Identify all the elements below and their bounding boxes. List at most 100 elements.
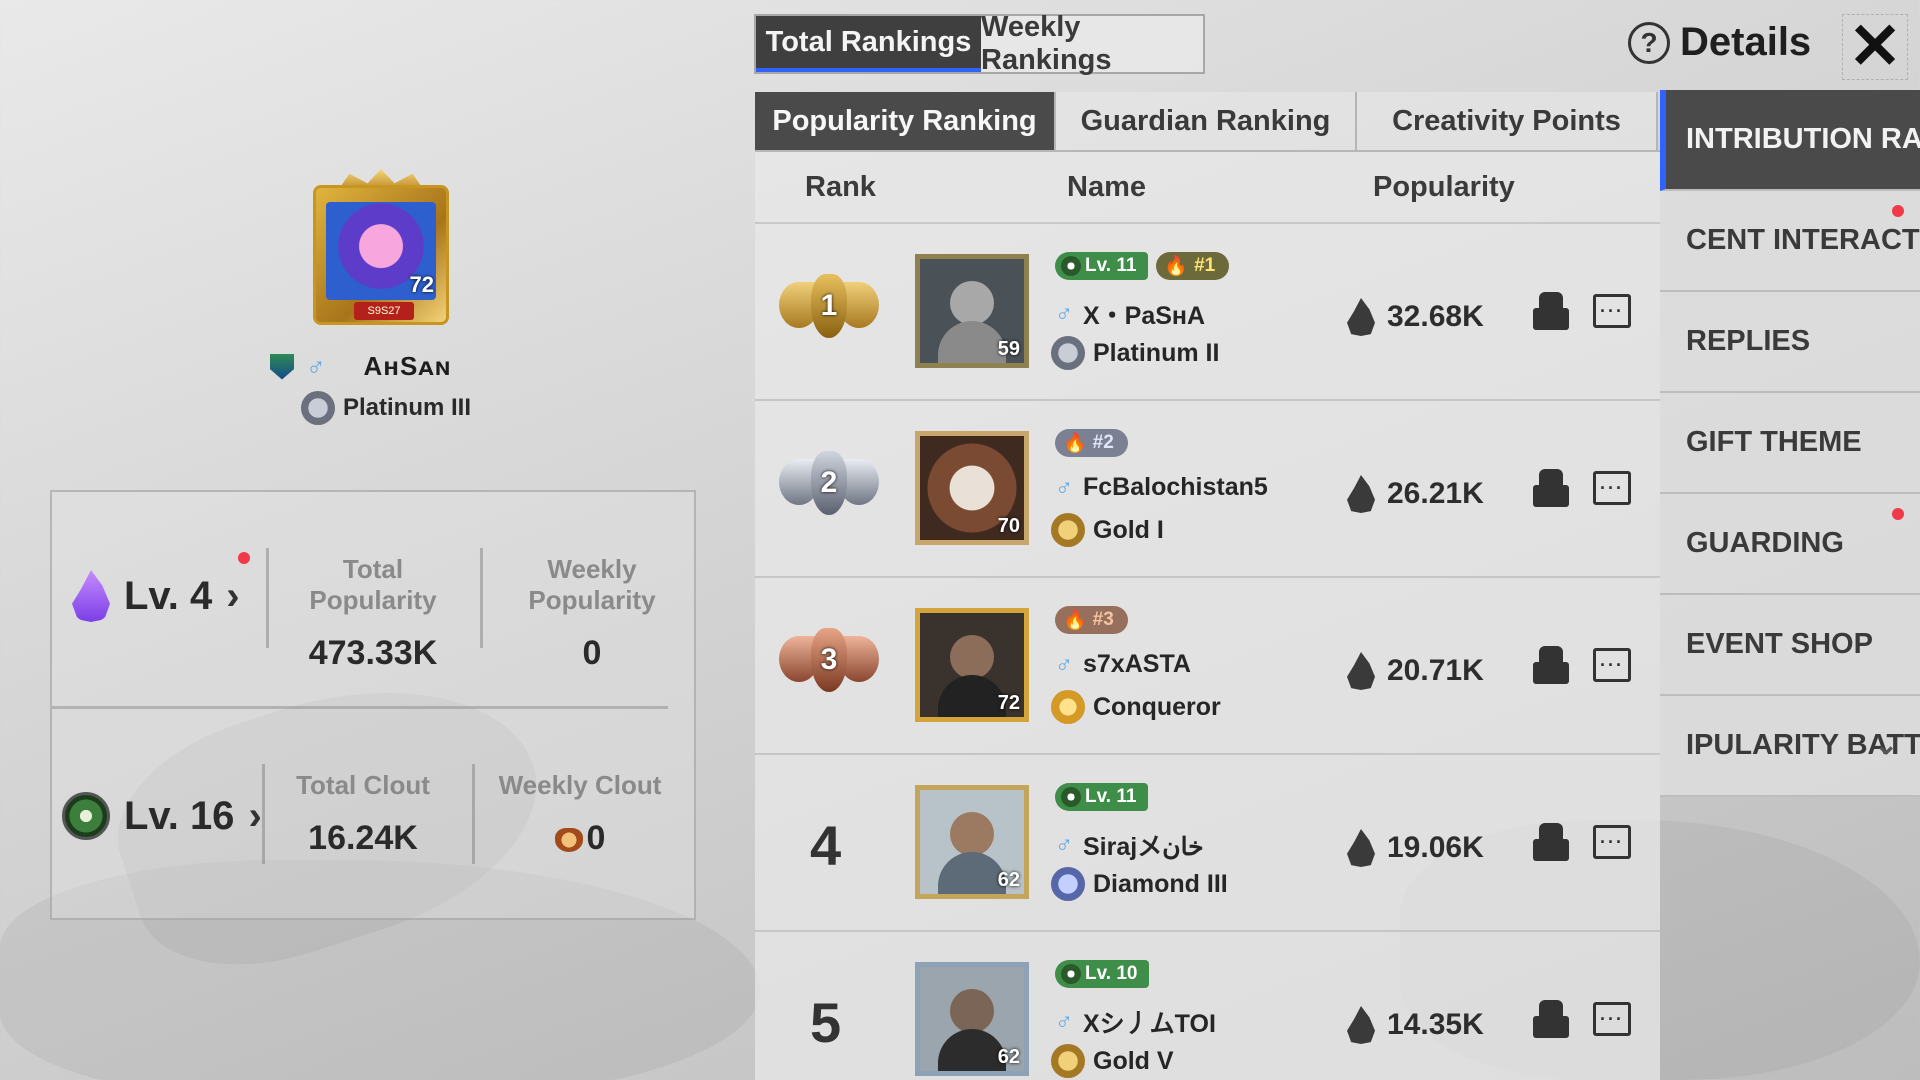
player-avatar[interactable]: 72 S9S27 [313, 185, 449, 325]
popularity-fire-icon [1347, 652, 1375, 690]
gift-icon[interactable] [1529, 646, 1573, 686]
conqueror-tier-icon [1051, 690, 1085, 724]
table-row[interactable]: 2 70 🔥 #2 ♂ FcBalochistan5 Gold I 26.21K … [755, 401, 1660, 578]
rank-1-medal: 1 [779, 268, 879, 354]
gift-icon[interactable] [1529, 1000, 1573, 1040]
fire-icon: 🔥 [1164, 256, 1189, 277]
chevron-right-icon: › [248, 793, 262, 838]
fire-icon: 🔥 [1063, 433, 1087, 454]
rank-tag: 🔥 #3 [1055, 606, 1128, 634]
header-popularity: Popularity [1373, 170, 1515, 203]
popularity-fire-icon [1347, 1006, 1375, 1044]
player-avatar[interactable]: 72 [915, 608, 1029, 722]
platinum-tier-icon [301, 391, 335, 425]
tab-popularity-ranking[interactable]: Popularity Ranking [755, 92, 1056, 150]
level-badge: Lv. 11 [1055, 252, 1149, 280]
total-clout-value: 16.24K [308, 819, 418, 857]
popularity-value: 19.06K [1387, 831, 1484, 864]
weekly-clout-label: Weekly Clout [498, 770, 662, 800]
player-avatar[interactable]: 62 [915, 785, 1029, 899]
message-icon[interactable]: ··· [1593, 648, 1631, 682]
total-popularity-label: Total Popularity [309, 554, 437, 615]
menu-guarding[interactable]: GUARDING [1660, 494, 1920, 595]
menu-recent-interactions[interactable]: CENT INTERACTIONS [1660, 191, 1920, 292]
popularity-level-button[interactable]: Lv. 4 › [72, 570, 240, 622]
message-icon[interactable]: ··· [1593, 294, 1631, 328]
close-icon: ✕ [1848, 10, 1902, 82]
ranking-type-tabs: Popularity Ranking Guardian Ranking Crea… [755, 92, 1660, 152]
gift-icon[interactable] [1529, 823, 1573, 863]
player-tier: Conqueror [1093, 692, 1221, 721]
male-icon: ♂ [1055, 650, 1073, 678]
side-menu: INTRIBUTION RANKIN CENT INTERACTIONS REP… [1660, 90, 1920, 797]
table-row[interactable]: 4 62 Lv. 11 ♂ Sirajメخان Diamond III 19.0… [755, 755, 1660, 932]
tab-guardian-ranking[interactable]: Guardian Ranking [1056, 92, 1357, 150]
menu-popularity-battle[interactable]: IPULARITY BATT ⌄ [1660, 696, 1920, 797]
level-icon [1061, 787, 1081, 807]
gold-tier-icon [1051, 1044, 1085, 1078]
player-tier: Gold I [1093, 515, 1164, 544]
player-avatar[interactable]: 59 [915, 254, 1029, 368]
ranking-table: Rank Name Popularity 1 59 Lv. 11 🔥 #1 ♂ X… [755, 152, 1660, 1080]
player-tier: Platinum II [1093, 338, 1220, 367]
tab-weekly-rankings[interactable]: Weekly Rankings [981, 11, 1203, 76]
help-icon: ? [1628, 21, 1670, 64]
gift-icon[interactable] [1529, 469, 1573, 509]
avatar-season-tag: S9S27 [354, 302, 414, 320]
avatar-level: 72 [409, 272, 434, 297]
popularity-fire-icon [1347, 298, 1375, 336]
rank-number: 4 [810, 814, 842, 877]
notification-dot [1892, 205, 1904, 217]
player-name: Xシ丿ムTOI [1083, 1010, 1216, 1038]
diamond-tier-icon [1051, 867, 1085, 901]
menu-event-shop[interactable]: EVENT SHOP [1660, 595, 1920, 696]
tab-creativity-points[interactable]: Creativity Points [1357, 92, 1658, 150]
player-tier: Gold V [1093, 1046, 1174, 1075]
table-row[interactable]: 1 59 Lv. 11 🔥 #1 ♂ X・PaSʜA Platinum II 32… [755, 224, 1660, 401]
menu-replies[interactable]: REPLIES [1660, 292, 1920, 393]
player-avatar[interactable]: 70 [915, 431, 1029, 545]
header-rank: Rank [805, 170, 876, 203]
table-header: Rank Name Popularity [755, 152, 1660, 224]
rank-3-medal: 3 [779, 622, 879, 708]
table-row[interactable]: 5 62 Lv. 10 ♂ Xシ丿ムTOI Gold V 14.35K ··· [755, 932, 1660, 1080]
message-icon[interactable]: ··· [1593, 825, 1631, 859]
popularity-level: Lv. 4 [124, 573, 213, 618]
total-clout-label: Total Clout [296, 770, 430, 800]
menu-gift-theme[interactable]: GIFT THEME [1660, 393, 1920, 494]
player-name: AʜSᴀɴ [363, 351, 452, 381]
player-name: X・PaSʜA [1083, 302, 1206, 330]
divider [52, 706, 668, 709]
level-badge: Lv. 11 [1055, 783, 1149, 811]
clan-shield-icon [270, 353, 294, 380]
notification-dot [1892, 508, 1904, 520]
header-name: Name [1067, 170, 1146, 203]
popularity-fire-icon [1347, 829, 1375, 867]
popularity-value: 32.68K [1387, 300, 1484, 333]
details-button[interactable]: ? Details [1628, 20, 1811, 65]
rank-tag: 🔥 #1 [1156, 252, 1230, 280]
male-icon: ♂ [1055, 1008, 1073, 1035]
clout-level-button[interactable]: Lv. 16 › [62, 792, 262, 840]
menu-contribution-ranking[interactable]: INTRIBUTION RANKIN [1660, 90, 1920, 191]
level-badge: Lv. 10 [1055, 960, 1150, 988]
player-name: Sirajメخان [1083, 833, 1204, 861]
message-icon[interactable]: ··· [1593, 471, 1631, 505]
details-label: Details [1680, 20, 1812, 64]
player-avatar[interactable]: 62 [915, 962, 1029, 1076]
popularity-value: 26.21K [1387, 477, 1484, 510]
gift-icon[interactable] [1529, 292, 1573, 332]
male-icon: ♂ [306, 351, 326, 381]
tab-total-rankings[interactable]: Total Rankings [756, 16, 981, 72]
avatar-level: 59 [997, 338, 1020, 360]
message-icon[interactable]: ··· [1593, 1002, 1631, 1036]
popularity-fire-icon [1347, 475, 1375, 513]
clout-icon [62, 792, 110, 840]
close-button[interactable]: ✕ [1842, 14, 1908, 80]
level-icon [1061, 964, 1081, 984]
table-row[interactable]: 3 72 🔥 #3 ♂ s7xASTA Conqueror 20.71K ··· [755, 578, 1660, 755]
player-tier: Diamond III [1093, 869, 1228, 898]
male-icon: ♂ [1055, 831, 1073, 858]
popularity-flame-icon [72, 570, 110, 622]
male-icon: ♂ [1055, 300, 1073, 327]
